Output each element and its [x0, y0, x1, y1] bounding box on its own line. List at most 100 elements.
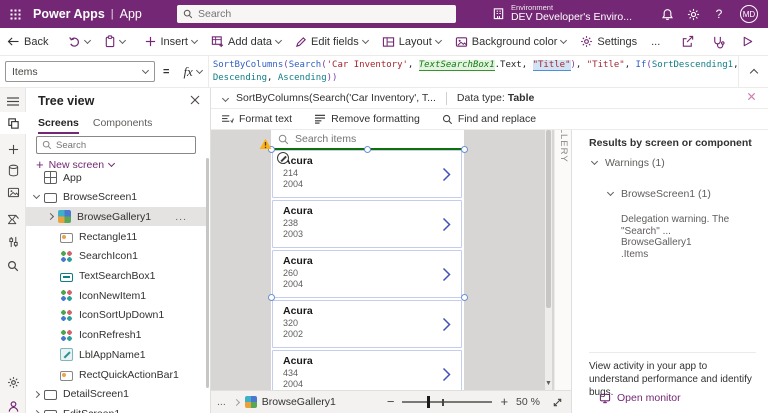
selection-handle[interactable]: [267, 293, 275, 301]
warning-icon[interactable]: [259, 138, 272, 150]
rail-settings-button[interactable]: [0, 371, 26, 393]
tree-item-more-button[interactable]: ...: [175, 211, 187, 223]
tree-item-editscreen1[interactable]: EditScreen1: [26, 404, 209, 413]
tree-item-browsescreen1[interactable]: BrowseScreen1: [26, 188, 209, 207]
avatar[interactable]: MD: [740, 5, 758, 23]
selected-control-name[interactable]: BrowseGallery1: [262, 396, 336, 408]
gallery-item[interactable]: Acura 260 2004: [272, 250, 462, 298]
property-selector[interactable]: Items: [5, 61, 155, 82]
tree-item-iconrefresh1[interactable]: IconRefresh1: [26, 326, 209, 345]
save-button[interactable]: [762, 28, 768, 55]
tree-search-input[interactable]: [56, 139, 176, 151]
preview-button[interactable]: [733, 28, 762, 55]
tab-screens[interactable]: Screens: [38, 117, 79, 134]
edit-fields-button[interactable]: Edit fields: [288, 28, 375, 55]
chevron-down-icon[interactable]: [84, 36, 92, 44]
warning-detail-line: BrowseGallery1: [621, 237, 692, 248]
search-input[interactable]: [198, 8, 418, 20]
environment-name: DEV Developer's Enviro...: [510, 11, 632, 24]
rail-search-button[interactable]: [0, 255, 26, 277]
tree-item-detailscreen1[interactable]: DetailScreen1: [26, 385, 209, 404]
zoom-slider[interactable]: [402, 396, 493, 408]
gallery-item[interactable]: Acura 320 2002: [272, 300, 462, 348]
open-monitor-button[interactable]: Open monitor: [599, 392, 681, 404]
settings-button[interactable]: [680, 8, 706, 21]
gallery-side-tab[interactable]: GALLERY: [554, 130, 571, 390]
tab-components[interactable]: Components: [93, 117, 153, 134]
undo-button[interactable]: [61, 28, 97, 55]
tree-item-textsearchbox1[interactable]: TextSearchBox1: [26, 267, 209, 286]
zoom-in-button[interactable]: +: [500, 395, 508, 408]
pencil-badge-icon[interactable]: [277, 152, 289, 164]
tree-item-lblappname1[interactable]: LblAppName1: [26, 345, 209, 364]
chevron-down-icon[interactable]: [119, 36, 127, 44]
rail-tools-button[interactable]: [0, 231, 26, 253]
global-search[interactable]: [177, 5, 456, 23]
app-checker-button[interactable]: [703, 28, 733, 55]
chevron-right-icon[interactable]: [32, 390, 41, 398]
tree-item-rectquickactionbar1[interactable]: RectQuickActionBar1: [26, 365, 209, 384]
tree-search[interactable]: [36, 136, 196, 154]
tree-item-browsegallery1[interactable]: BrowseGallery1...: [26, 207, 209, 227]
chevron-right-icon[interactable]: [442, 317, 451, 332]
rail-tree-view-button[interactable]: [0, 112, 26, 134]
toolbar-overflow-button[interactable]: ...: [644, 28, 667, 55]
formula-editor[interactable]: SortByColumns(Search('Car Inventory', Te…: [209, 56, 738, 87]
chevron-right-icon[interactable]: [442, 367, 451, 382]
rail-insert-button[interactable]: [0, 138, 26, 160]
layout-button[interactable]: Layout: [375, 28, 448, 55]
tree-view-close-button[interactable]: [190, 95, 200, 105]
add-data-button[interactable]: Add data: [204, 28, 288, 55]
insert-button[interactable]: Insert: [138, 28, 204, 55]
paste-button[interactable]: [97, 28, 132, 55]
gallery-search-input[interactable]: [295, 133, 435, 145]
settings-toolbar-button[interactable]: Settings: [573, 28, 644, 55]
share-button[interactable]: [673, 28, 703, 55]
chevron-right-icon[interactable]: [442, 167, 451, 182]
tree-item-iconnewitem1[interactable]: IconNewItem1: [26, 286, 209, 305]
notifications-button[interactable]: [654, 8, 680, 21]
fx-button[interactable]: fx: [177, 56, 209, 87]
icon-icon: [60, 249, 73, 263]
rail-virtual-agent-button[interactable]: [0, 395, 26, 413]
rail-data-button[interactable]: [0, 159, 26, 181]
zoom-slider-thumb[interactable]: [426, 396, 430, 408]
expand-icon[interactable]: [552, 397, 563, 408]
tree-scrollbar[interactable]: [206, 158, 209, 388]
rail-power-automate-button[interactable]: [0, 208, 26, 230]
back-button[interactable]: Back: [0, 28, 55, 55]
selection-handle[interactable]: [460, 145, 468, 153]
scrollbar-down-arrow[interactable]: ▼: [545, 380, 552, 387]
warnings-group-row[interactable]: Warnings (1): [590, 157, 665, 169]
breadcrumb-overflow-button[interactable]: ...: [217, 396, 226, 408]
tree-item-searchicon1[interactable]: SearchIcon1: [26, 247, 209, 266]
chevron-right-icon[interactable]: [46, 213, 55, 221]
chevron-down-icon[interactable]: [32, 192, 41, 200]
gallery-item[interactable]: Acura 214 2004: [272, 150, 462, 198]
formula-token: SortByColumns: [212, 60, 284, 70]
chevron-right-icon[interactable]: [442, 217, 451, 232]
gallery-item[interactable]: Acura 434 2004: [272, 350, 462, 390]
selection-handle[interactable]: [460, 293, 468, 301]
hamburger-icon: [7, 96, 19, 106]
gallery-item[interactable]: Acura 238 2003: [272, 200, 462, 248]
waffle-icon[interactable]: [10, 8, 21, 20]
tree-item-app[interactable]: App: [26, 168, 209, 187]
background-color-button[interactable]: Background color: [448, 28, 574, 55]
formula-collapse-button[interactable]: [738, 56, 768, 87]
tree-item-rectangle11[interactable]: Rectangle11: [26, 227, 209, 246]
environment-picker[interactable]: Environment DEV Developer's Enviro...: [492, 3, 632, 24]
canvas-scrollbar[interactable]: [545, 130, 552, 390]
canvas-scrollbar-thumb[interactable]: [546, 130, 551, 308]
chevron-right-icon[interactable]: [442, 267, 451, 282]
screen-group-row[interactable]: BrowseScreen1 (1): [606, 188, 711, 200]
gallery-side-tab-label: GALLERY: [558, 130, 569, 163]
tree-item-iconsortupdown1[interactable]: IconSortUpDown1: [26, 306, 209, 325]
rail-menu-button[interactable]: [0, 90, 26, 112]
clipboard-icon: [106, 35, 115, 48]
selection-handle[interactable]: [364, 145, 371, 153]
rail-media-button[interactable]: [0, 181, 26, 203]
warning-detail[interactable]: Delegation warning. The "Search" ... Brow…: [621, 214, 768, 260]
help-button[interactable]: ?: [706, 7, 732, 21]
zoom-out-button[interactable]: −: [387, 395, 395, 408]
